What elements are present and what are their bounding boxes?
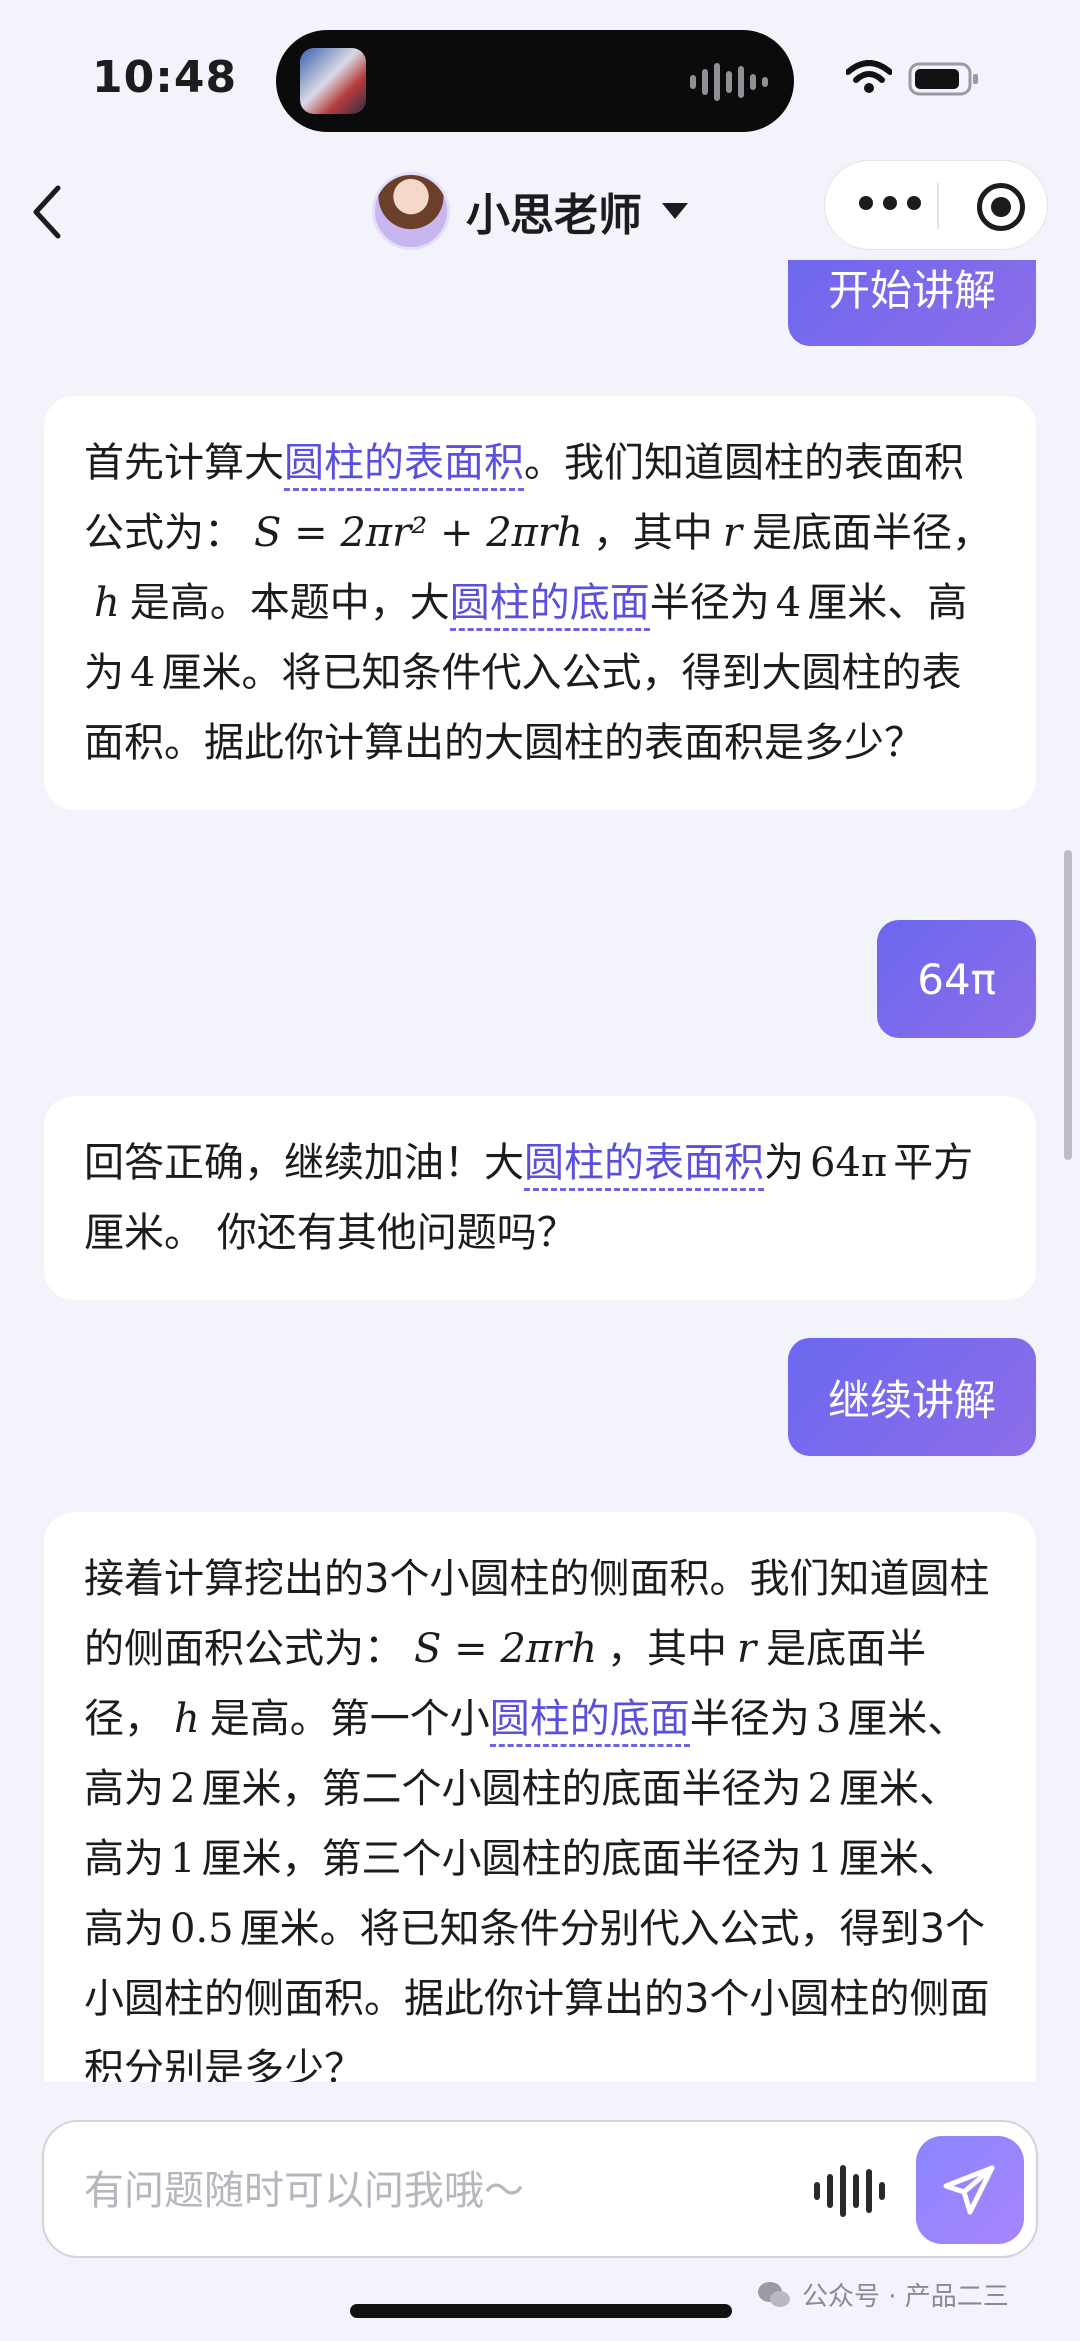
number: 1: [807, 1836, 833, 1882]
message-text: 64π: [917, 954, 996, 1004]
watermark: 公众号 · 产品二三: [756, 2276, 1009, 2313]
number: 0.5: [170, 1906, 234, 1952]
text: 为: [764, 1140, 804, 1186]
status-bar: 10:48: [0, 0, 1080, 160]
number: 4: [130, 650, 156, 696]
close-target-icon[interactable]: [977, 183, 1025, 231]
text: ，其中: [592, 510, 713, 556]
keyword-link[interactable]: 圆柱的表面积: [524, 1140, 764, 1191]
variable: h: [94, 580, 120, 626]
nav-bar: 小思老师: [0, 160, 1080, 260]
number: 3: [815, 1696, 842, 1742]
watermark-text: 公众号 · 产品二三: [802, 2282, 1009, 2312]
mini-program-capsule: [824, 160, 1048, 250]
wifi-icon: [846, 60, 892, 93]
send-button[interactable]: [916, 2136, 1024, 2244]
more-icon[interactable]: [859, 196, 921, 210]
text: 半径为: [689, 1696, 810, 1742]
variable: h: [174, 1696, 200, 1742]
text: 是高。第一个小: [209, 1696, 490, 1742]
user-message: 继续讲解: [787, 1338, 1036, 1456]
now-playing-thumbnail: [300, 48, 366, 114]
message-text: 继续讲解: [827, 1375, 996, 1425]
number: 1: [170, 1836, 196, 1882]
text: 回答正确，继续加油！大: [84, 1140, 524, 1186]
text: 半径为: [649, 580, 770, 626]
keyword-link[interactable]: 圆柱的底面: [489, 1696, 690, 1747]
home-indicator[interactable]: [350, 2304, 732, 2318]
assistant-selector[interactable]: 小思老师: [372, 168, 688, 254]
text: 是底面半径，: [751, 510, 992, 556]
keyword-link[interactable]: 圆柱的底面: [449, 580, 650, 631]
assistant-message: 接着计算挖出的3个小圆柱的侧面积。我们知道圆柱的侧面积公式为： S = 2πrh，…: [44, 1512, 1036, 2082]
wechat-icon: [758, 2281, 790, 2307]
number: 2: [807, 1766, 833, 1812]
battery-icon: [908, 62, 978, 96]
input-bar: [42, 2120, 1038, 2258]
variable: r: [722, 510, 742, 556]
formula: S = 2πr² + 2πrh: [254, 510, 583, 556]
status-time: 10:48: [92, 52, 238, 103]
text: 是高。本题中，大: [129, 580, 450, 626]
formula: S = 2πrh: [414, 1626, 597, 1672]
message-input[interactable]: [84, 2156, 784, 2226]
message-text: 开始讲解: [827, 265, 996, 315]
voice-input-icon[interactable]: [814, 2164, 885, 2218]
number: 4: [775, 580, 802, 626]
keyword-link[interactable]: 圆柱的表面积: [284, 440, 524, 491]
assistant-message: 回答正确，继续加油！大圆柱的表面积为 64π 平方厘米。 你还有其他问题吗？: [44, 1096, 1036, 1300]
scrollbar[interactable]: [1064, 850, 1072, 1160]
number: 64π: [810, 1140, 888, 1186]
text: 厘米，第二个小圆柱的底面半径为: [201, 1766, 802, 1812]
number: 2: [170, 1766, 196, 1812]
text: 厘米。将已知条件代入公式，得到大圆柱的表面积。据此你计算出的大圆柱的表面积是多少…: [84, 650, 962, 766]
dynamic-island[interactable]: [276, 30, 794, 132]
back-icon[interactable]: [28, 182, 68, 242]
text: 首先计算大: [84, 440, 284, 486]
caret-down-icon: [662, 203, 688, 219]
capsule-divider: [937, 183, 939, 229]
page-title: 小思老师: [466, 190, 642, 241]
chat-list[interactable]: 开始讲解 首先计算大圆柱的表面积。我们知道圆柱的表面积公式为： S = 2πr² …: [0, 260, 1080, 2082]
variable: r: [736, 1626, 757, 1672]
user-message: 开始讲解: [787, 260, 1036, 346]
assistant-message: 首先计算大圆柱的表面积。我们知道圆柱的表面积公式为： S = 2πr² + 2πr…: [44, 396, 1036, 810]
text: 厘米，第三个小圆柱的底面半径为: [201, 1836, 802, 1882]
send-icon: [943, 2165, 995, 2215]
text: ，其中: [606, 1626, 727, 1672]
user-message: 64π: [877, 920, 1036, 1038]
audio-waveform-icon: [690, 62, 768, 102]
teacher-avatar: [372, 172, 450, 250]
